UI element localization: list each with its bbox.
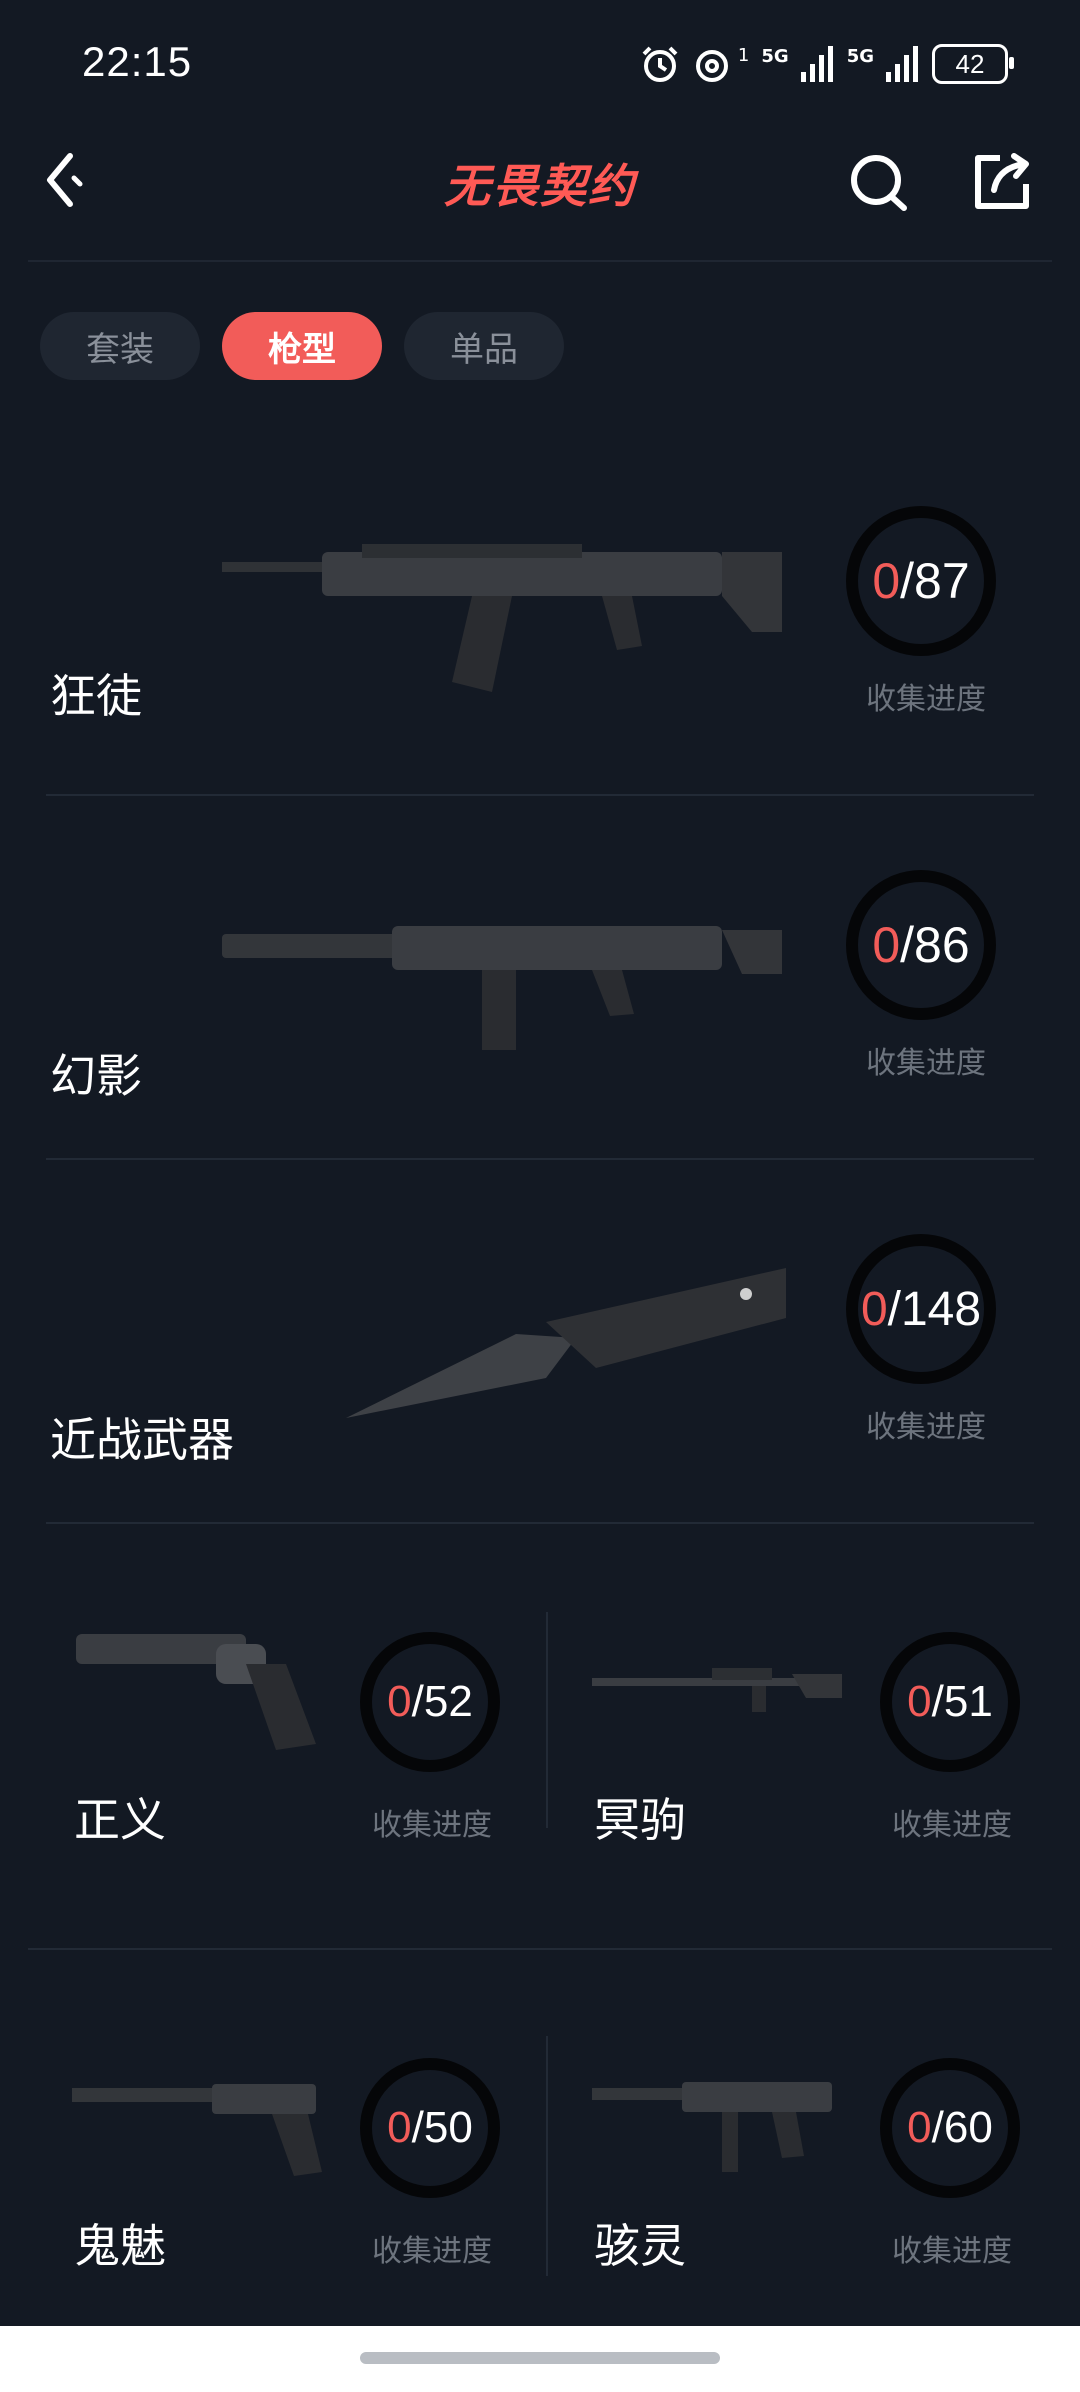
battery-icon: 42 <box>932 44 1014 84</box>
network-label-2: 5G <box>846 45 874 67</box>
weapon-row-vandal[interactable]: 狂徒 0/87 收集进度 <box>46 430 1034 796</box>
status-time: 22:15 <box>82 38 193 85</box>
network-label-1: 5G <box>761 45 789 67</box>
grid-divider-vertical <box>546 1612 548 1828</box>
signal-icon-2 <box>886 46 918 82</box>
share-button[interactable] <box>970 150 1034 214</box>
header-divider <box>28 260 1052 262</box>
weapon-name: 近战武器 <box>50 1413 234 1467</box>
search-icon <box>851 155 907 211</box>
progress-ring: 0/52 <box>360 1632 500 1772</box>
revolver-image <box>76 1634 316 1750</box>
progress-caption: 收集进度 <box>866 1410 986 1445</box>
total-count: /51 <box>931 1677 993 1726</box>
collected-count: 0 <box>872 917 901 973</box>
pistol-image <box>72 2084 322 2176</box>
weapon-card-sheriff[interactable]: 正义 0/52 收集进度 <box>46 1600 546 1860</box>
total-count: /52 <box>411 1677 473 1726</box>
tab-single-items[interactable]: 单品 <box>404 312 564 380</box>
progress-caption: 收集进度 <box>866 1046 986 1081</box>
progress-ring: 0/50 <box>360 2058 500 2198</box>
tab-bar: 套装 枪型 单品 <box>40 312 564 380</box>
sniper-image <box>592 1668 842 1712</box>
progress-ring: 0/86 <box>846 870 996 1020</box>
weapon-name: 正义 <box>74 1793 166 1847</box>
progress-caption: 收集进度 <box>892 2234 1012 2269</box>
collected-count: 0 <box>860 1282 888 1336</box>
progress-caption: 收集进度 <box>372 2234 492 2269</box>
total-count: /86 <box>900 917 970 973</box>
battery-level: 42 <box>955 48 985 79</box>
weapon-name: 幻影 <box>50 1049 142 1103</box>
home-indicator[interactable] <box>360 2352 720 2364</box>
sim-index: 1 <box>737 44 750 66</box>
weapon-name: 冥驹 <box>594 1793 686 1847</box>
progress-caption: 收集进度 <box>892 1808 1012 1843</box>
tab-suits[interactable]: 套装 <box>40 312 200 380</box>
rifle-image <box>222 544 782 692</box>
alarm-icon <box>642 46 678 82</box>
total-count: /87 <box>900 553 970 609</box>
weapon-row-phantom[interactable]: 幻影 0/86 收集进度 <box>46 794 1034 1160</box>
progress-ring: 0/87 <box>846 506 996 656</box>
knife-image <box>346 1268 786 1418</box>
grid-divider-horizontal <box>28 1948 1052 1950</box>
rifle-image <box>222 926 782 1050</box>
collected-count: 0 <box>872 553 901 609</box>
total-count: /148 <box>887 1282 982 1336</box>
collected-count: 0 <box>387 1677 412 1726</box>
weapon-card-spectre[interactable]: 骇灵 0/60 收集进度 <box>566 2026 1066 2286</box>
collected-count: 0 <box>907 1677 932 1726</box>
collected-count: 0 <box>387 2103 412 2152</box>
page-title: 无畏契约 <box>444 159 636 213</box>
weapon-name: 鬼魅 <box>74 2219 166 2273</box>
hotspot-icon <box>695 50 728 82</box>
progress-ring: 0/51 <box>880 1632 1020 1772</box>
status-icons: 1 5G 5G 42 <box>640 44 1014 84</box>
weapon-name: 骇灵 <box>594 2219 686 2273</box>
grid-divider-vertical <box>546 2036 548 2276</box>
share-icon <box>975 153 1029 209</box>
progress-caption: 收集进度 <box>372 1808 492 1843</box>
total-count: /60 <box>931 2103 993 2152</box>
smg-image <box>592 2082 832 2172</box>
search-button[interactable] <box>848 150 912 214</box>
weapon-name: 狂徒 <box>50 669 142 723</box>
weapon-row-melee[interactable]: 近战武器 0/148 收集进度 <box>46 1158 1034 1524</box>
progress-ring: 0/60 <box>880 2058 1020 2198</box>
tab-gun-types[interactable]: 枪型 <box>222 312 382 380</box>
weapon-card-operator[interactable]: 冥驹 0/51 收集进度 <box>566 1600 1066 1860</box>
total-count: /50 <box>411 2103 473 2152</box>
progress-ring: 0/148 <box>846 1234 996 1384</box>
weapon-card-ghost[interactable]: 鬼魅 0/50 收集进度 <box>46 2026 546 2286</box>
collected-count: 0 <box>907 2103 932 2152</box>
signal-icon <box>800 46 833 82</box>
progress-caption: 收集进度 <box>866 682 986 717</box>
